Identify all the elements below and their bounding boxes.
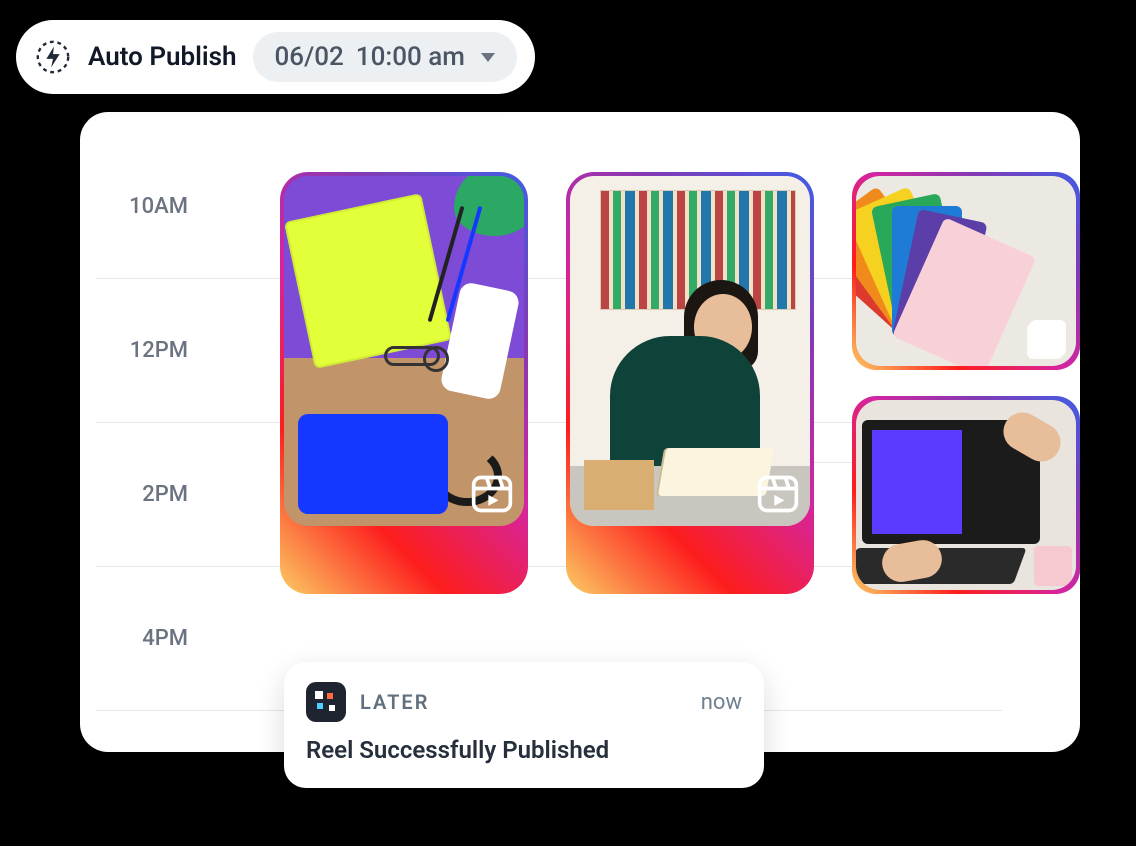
time-label: 2PM <box>96 458 196 530</box>
time-gridline <box>96 530 196 602</box>
scheduled-posts <box>280 172 1080 594</box>
post-thumbnail-writer <box>570 176 810 526</box>
post-column <box>852 172 1080 594</box>
auto-publish-label: Auto Publish <box>88 42 237 72</box>
toast-header: LATER now <box>306 682 742 722</box>
post-card[interactable] <box>852 396 1080 594</box>
plant-art <box>454 176 524 236</box>
auto-publish-pill: Auto Publish 06/02 10:00 am <box>16 20 535 94</box>
time-label: 12PM <box>96 314 196 386</box>
time-label: 10AM <box>96 170 196 242</box>
toast-message: Reel Successfully Published <box>306 736 742 764</box>
bolt-icon <box>34 38 72 76</box>
post-thumbnail-laptop <box>856 400 1076 590</box>
post-thumbnail-desk <box>284 176 524 526</box>
post-thumbnail-swatches <box>856 176 1076 366</box>
calendar-panel: 10AM 12PM 2PM 4PM <box>80 112 1080 752</box>
time-gridline <box>96 386 196 458</box>
post-card[interactable] <box>280 172 528 594</box>
time-gridline <box>96 674 196 746</box>
toast-app-name: LATER <box>360 690 429 714</box>
carousel-icon <box>1030 320 1066 356</box>
glasses-art <box>384 346 440 366</box>
datetime-picker[interactable]: 06/02 10:00 am <box>253 32 517 82</box>
time-12pm: 12PM <box>130 338 188 363</box>
scheduled-date: 06/02 <box>275 42 344 72</box>
time-4pm: 4PM <box>142 626 188 651</box>
post-card[interactable] <box>566 172 814 594</box>
scheduled-time: 10:00 am <box>356 42 465 72</box>
post-card[interactable] <box>852 172 1080 370</box>
time-10am: 10AM <box>129 194 188 219</box>
time-label: 4PM <box>96 602 196 674</box>
time-2pm: 2PM <box>142 482 188 507</box>
reels-icon <box>470 472 514 516</box>
notification-toast[interactable]: LATER now Reel Successfully Published <box>284 662 764 788</box>
chevron-down-icon <box>481 53 495 62</box>
time-gridline <box>96 242 196 314</box>
box-art <box>584 460 654 510</box>
time-axis: 10AM 12PM 2PM 4PM <box>96 170 196 746</box>
later-app-icon <box>306 682 346 722</box>
toast-timestamp: now <box>701 690 742 715</box>
reels-icon <box>756 472 800 516</box>
